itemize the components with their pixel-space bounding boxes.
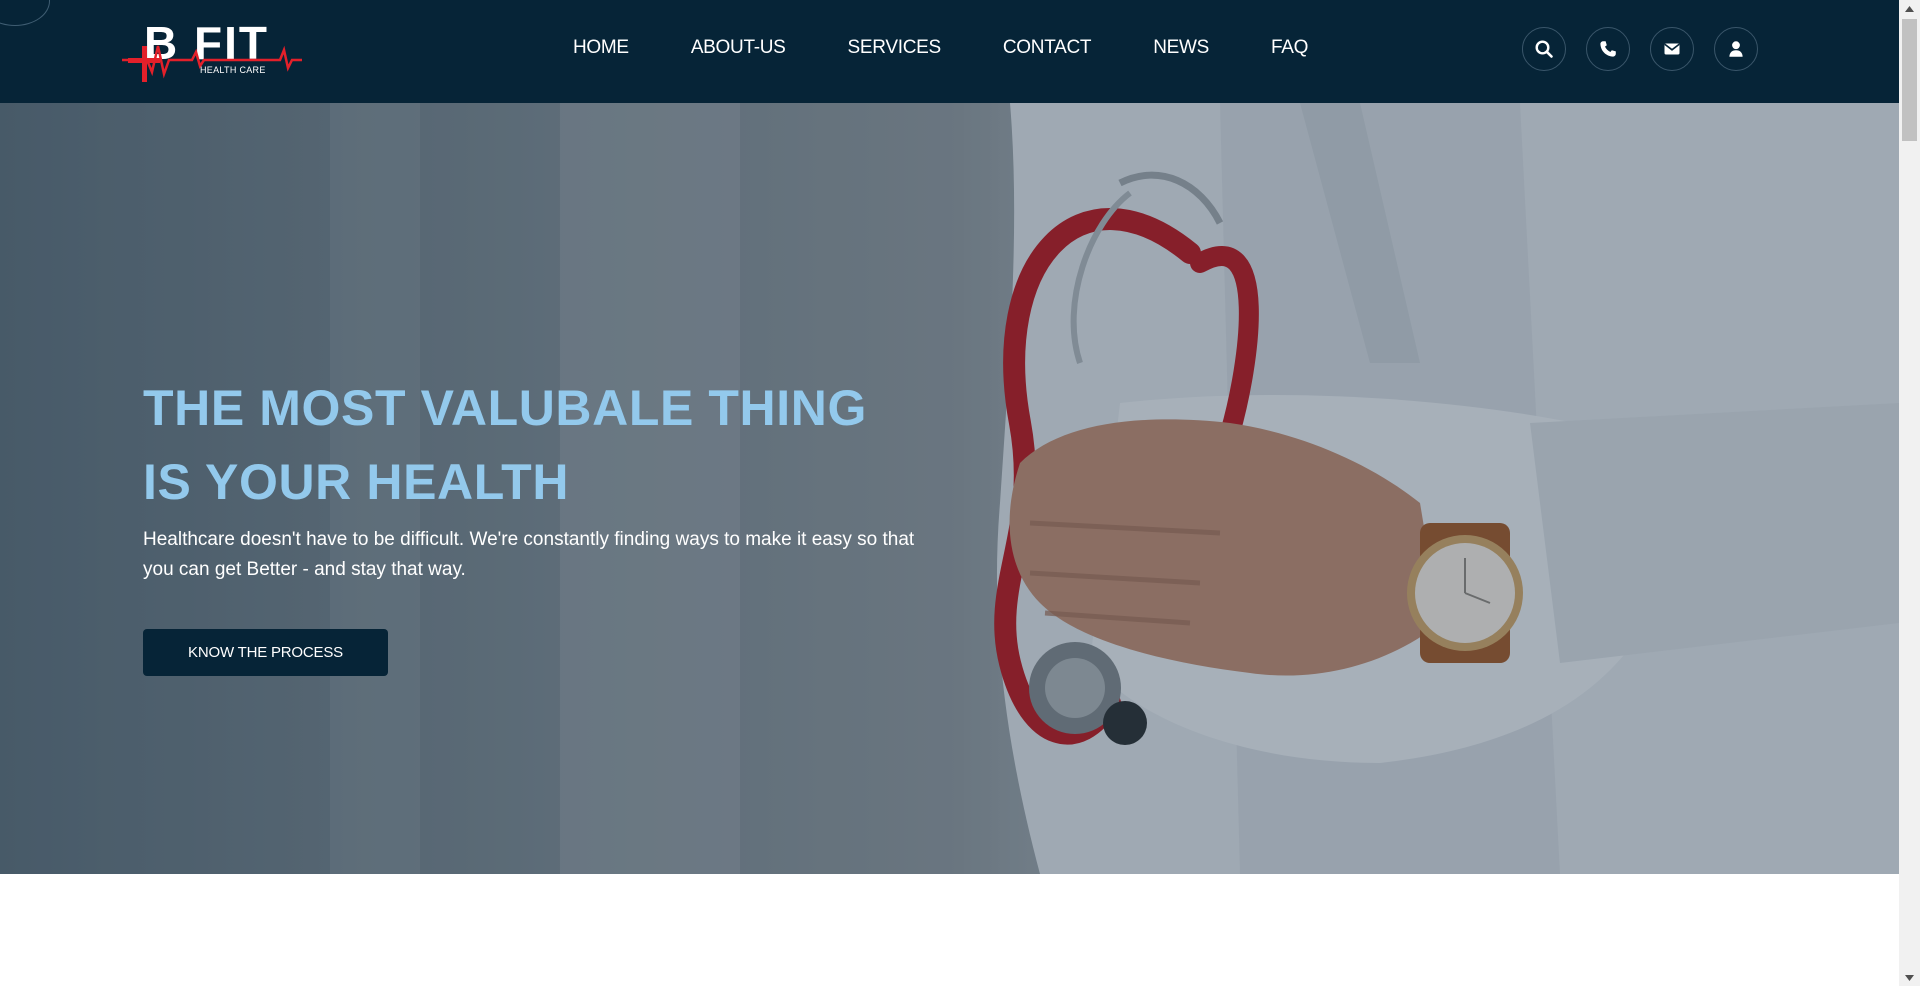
- know-the-process-button[interactable]: KNOW THE PROCESS: [143, 629, 388, 676]
- hero-section: THE MOST VALUBALE THING IS YOUR HEALTH H…: [0, 103, 1899, 874]
- hero-subtitle: Healthcare doesn't have to be difficult.…: [143, 529, 915, 580]
- user-icon: [1729, 41, 1743, 57]
- hero-title: THE MOST VALUBALE THING IS YOUR HEALTH: [143, 371, 943, 519]
- hero-content: THE MOST VALUBALE THING IS YOUR HEALTH H…: [143, 371, 943, 676]
- nav-services[interactable]: SERVICES: [848, 36, 942, 60]
- page: B FIT HEALTH CARE HOME ABOUT-US SERVICES…: [0, 0, 1920, 986]
- bfit-logo-icon: B FIT HEALTH CARE: [122, 17, 302, 82]
- envelope-icon: [1664, 43, 1680, 55]
- search-icon: [1535, 40, 1553, 58]
- main-nav: HOME ABOUT-US SERVICES CONTACT NEWS FAQ: [573, 36, 1308, 60]
- scrollbar-thumb[interactable]: [1902, 19, 1917, 141]
- page-scrollbar[interactable]: [1899, 0, 1920, 986]
- search-button[interactable]: [1522, 27, 1566, 71]
- logo-tagline: HEALTH CARE: [200, 65, 266, 75]
- scroll-up-arrow-icon[interactable]: [1899, 0, 1920, 17]
- site-header: B FIT HEALTH CARE HOME ABOUT-US SERVICES…: [0, 0, 1899, 103]
- corner-decoration: [0, 0, 50, 26]
- nav-faq[interactable]: FAQ: [1271, 36, 1308, 60]
- nav-contact[interactable]: CONTACT: [1003, 36, 1092, 60]
- nav-news[interactable]: NEWS: [1153, 36, 1209, 60]
- hero-title-line-1: THE MOST VALUBALE THING: [143, 380, 867, 436]
- content-section: [0, 874, 1899, 986]
- scroll-down-arrow-icon[interactable]: [1899, 969, 1920, 986]
- email-button[interactable]: [1650, 27, 1694, 71]
- hero-title-line-2: IS YOUR HEALTH: [143, 454, 570, 510]
- header-icon-group: [1522, 27, 1758, 71]
- account-button[interactable]: [1714, 27, 1758, 71]
- nav-about-us[interactable]: ABOUT-US: [691, 36, 786, 60]
- site-logo[interactable]: B FIT HEALTH CARE: [122, 16, 302, 88]
- nav-home[interactable]: HOME: [573, 36, 629, 60]
- phone-button[interactable]: [1586, 27, 1630, 71]
- phone-icon: [1600, 41, 1616, 57]
